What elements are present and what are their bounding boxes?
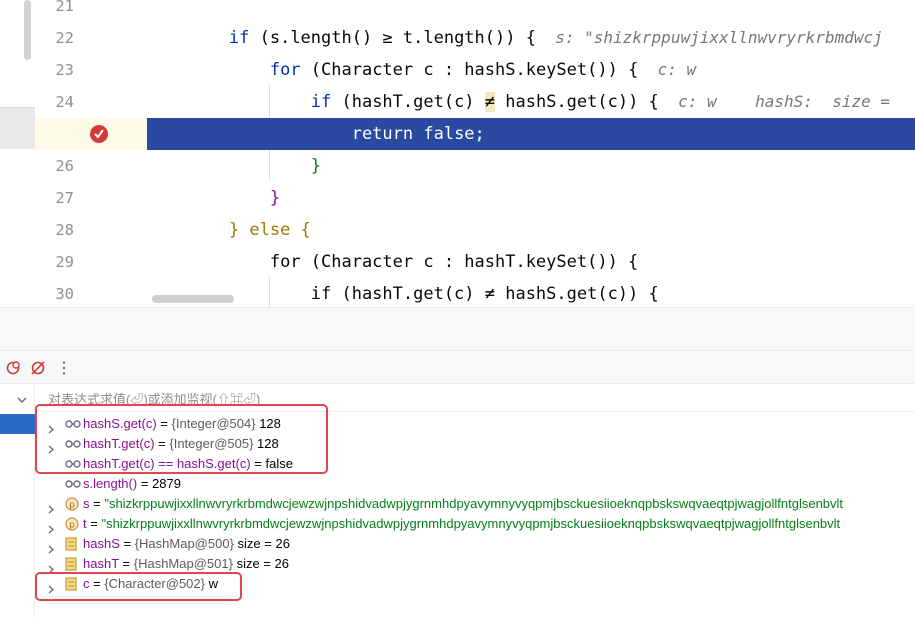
strip-highlight	[0, 107, 35, 149]
code-line: if (hashT.get(c) ≠ hashS.get(c)) {	[147, 278, 915, 307]
line-number: 21	[55, 0, 74, 15]
variable-row[interactable]: s.length() = 2879	[35, 474, 915, 494]
line-number-gutter[interactable]: 21 22 23 24 25 26 27 28 29 30	[35, 0, 147, 307]
variable-row[interactable]: hashS = {HashMap@500} size = 26	[35, 534, 915, 554]
keyword: if	[228, 28, 250, 48]
svg-text:p: p	[69, 501, 75, 511]
more-icon[interactable]: ⋮	[55, 359, 73, 377]
frames-strip	[0, 384, 35, 617]
parameter-icon: p	[65, 497, 79, 511]
code-line: for (Character c : hashT.keySet()) {	[147, 246, 915, 278]
debug-panel-header	[0, 307, 915, 350]
inline-debug-hint: c: w	[638, 60, 697, 79]
field-icon	[65, 557, 79, 571]
code-text: false;	[413, 124, 485, 144]
variable-name: hashT	[83, 556, 119, 571]
code-text: } else {	[228, 220, 311, 240]
execution-line: return false;	[147, 118, 915, 150]
chevron-right-icon[interactable]	[47, 520, 55, 534]
variable-value: "shizkrppuwjixxllnwvryrkrbmdwcjewzwjnpsh…	[104, 496, 844, 511]
highlight-box	[35, 404, 328, 474]
variable-value: 2879	[152, 476, 181, 491]
field-icon	[65, 537, 79, 551]
code-line: if (hashT.get(c) ≠ hashS.get(c)) { c: w …	[147, 86, 915, 118]
highlight-box	[35, 572, 242, 601]
debug-toolbar: ⋮	[0, 350, 915, 384]
horizontal-scrollbar[interactable]	[152, 295, 234, 303]
inline-debug-hint: c: w hashS: size =	[658, 92, 890, 111]
line-number: 30	[55, 285, 74, 303]
line-number: 22	[55, 29, 74, 47]
code-line: for (Character c : hashS.keySet()) { c: …	[147, 54, 915, 86]
line-number: 24	[55, 93, 74, 111]
code-text: }	[269, 188, 281, 208]
variable-row[interactable]: pt = "shizkrppuwjixxllnwvryrkrbmdwcjewzw…	[35, 514, 915, 534]
view-breakpoints-icon[interactable]	[4, 359, 22, 377]
tool-window-strip	[0, 0, 35, 307]
variable-equals: =	[86, 516, 102, 531]
code-line: } else {	[147, 214, 915, 246]
code-text: (Character c : hashS.keySet()) {	[300, 60, 639, 80]
variable-equals: =	[119, 536, 135, 551]
line-number: 26	[55, 157, 74, 175]
breakpoint-hit-icon[interactable]	[90, 125, 108, 143]
line-number: 23	[55, 61, 74, 79]
code-text: if (hashT.get(c) ≠ hashS.get(c)) {	[310, 284, 659, 304]
variable-value: size = 26	[233, 536, 290, 551]
variables-view[interactable]: 对表达式求值(⏎)或添加监视(⇧⌘⏎) hashS.get(c) = {Inte…	[0, 384, 915, 617]
code-area[interactable]: if (s.length() ≥ t.length()) { s: "shizk…	[147, 0, 915, 307]
watch-icon	[65, 477, 81, 491]
variable-row[interactable]: ps = "shizkrppuwjixxllnwvryrkrbmdwcjewzw…	[35, 494, 915, 514]
svg-text:p: p	[69, 521, 75, 531]
vertical-scrollbar[interactable]	[24, 0, 31, 60]
code-text: (s.length() ≥ t.length()) {	[249, 28, 536, 48]
parameter-icon: p	[65, 517, 79, 531]
code-line: if (s.length() ≥ t.length()) { s: "shizk…	[147, 22, 915, 54]
code-line: }	[147, 150, 915, 182]
not-equal-operator: ≠	[484, 92, 496, 112]
variable-name: hashS	[83, 536, 120, 551]
variable-name: s.length()	[83, 476, 138, 491]
code-text: (hashT.get(c)	[331, 92, 485, 112]
chevron-right-icon[interactable]	[47, 540, 55, 554]
variable-equals: =	[89, 496, 105, 511]
code-text: for (Character c : hashT.keySet()) {	[269, 252, 639, 272]
chevron-down-icon[interactable]	[17, 392, 27, 410]
keyword: return	[351, 124, 414, 144]
chevron-right-icon[interactable]	[47, 500, 55, 514]
code-line: }	[147, 182, 915, 214]
keyword: for	[269, 60, 301, 80]
keyword: if	[310, 92, 332, 112]
variable-value: size = 26	[232, 556, 289, 571]
line-number: 29	[55, 253, 74, 271]
variable-equals: =	[137, 476, 153, 491]
variable-equals: =	[118, 556, 134, 571]
inline-debug-hint: s: "shizkrppuwjixxllnwvryrkrbmdwcj	[535, 28, 883, 47]
mute-breakpoints-icon[interactable]	[29, 359, 47, 377]
code-editor[interactable]: 21 22 23 24 25 26 27 28 29 30 if (s.leng…	[0, 0, 915, 307]
code-text: hashS.get(c)) {	[495, 92, 659, 112]
code-text: }	[310, 156, 322, 176]
line-number: 28	[55, 221, 74, 239]
line-number: 27	[55, 189, 74, 207]
variable-type: {HashMap@500}	[134, 536, 234, 551]
variable-type: {HashMap@501}	[133, 556, 233, 571]
strip-divider	[0, 107, 35, 108]
selected-frame-indicator	[0, 414, 35, 434]
variable-row[interactable]: hashT = {HashMap@501} size = 26	[35, 554, 915, 574]
variable-value: "shizkrppuwjixxllnwvryrkrbmdwcjewzwjnpsh…	[101, 516, 841, 531]
